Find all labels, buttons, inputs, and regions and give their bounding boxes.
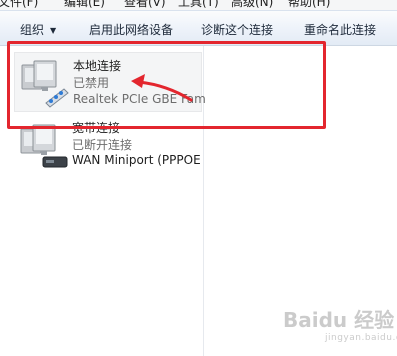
organize-button[interactable]: 组织 ▼ [20,21,56,38]
chevron-down-icon: ▼ [50,26,57,35]
watermark-text: Baidu 经验 [283,308,395,332]
enable-device-button[interactable]: 启用此网络设备 [89,21,173,38]
connection-device: WAN Miniport (PPPOE [72,153,201,167]
watermark-logo: Baidu 经验 jingyan.baidu.com [283,304,397,350]
watermark-subtext: jingyan.baidu.com [325,333,397,343]
menu-edit[interactable]: 编辑(E) [64,0,105,9]
menu-help[interactable]: 帮助(H) [288,0,330,9]
connection-status: 已断开连接 [72,138,133,152]
diagnose-button[interactable]: 诊断这个连接 [201,21,273,38]
menu-view[interactable]: 查看(V) [124,0,166,9]
rename-button[interactable]: 重命名此连接 [304,21,376,38]
broadband-connection-icon [20,124,68,168]
menu-bar: 文件(F) 编辑(E) 查看(V) 工具(T) 高级(N) 帮助(H) [0,0,397,10]
menu-advanced[interactable]: 高级(N) [231,0,273,9]
red-arrow-icon [131,74,193,102]
menu-file[interactable]: 文件(F) [0,0,38,9]
menu-tools[interactable]: 工具(T) [178,0,219,9]
organize-label: 组织 [20,23,45,37]
